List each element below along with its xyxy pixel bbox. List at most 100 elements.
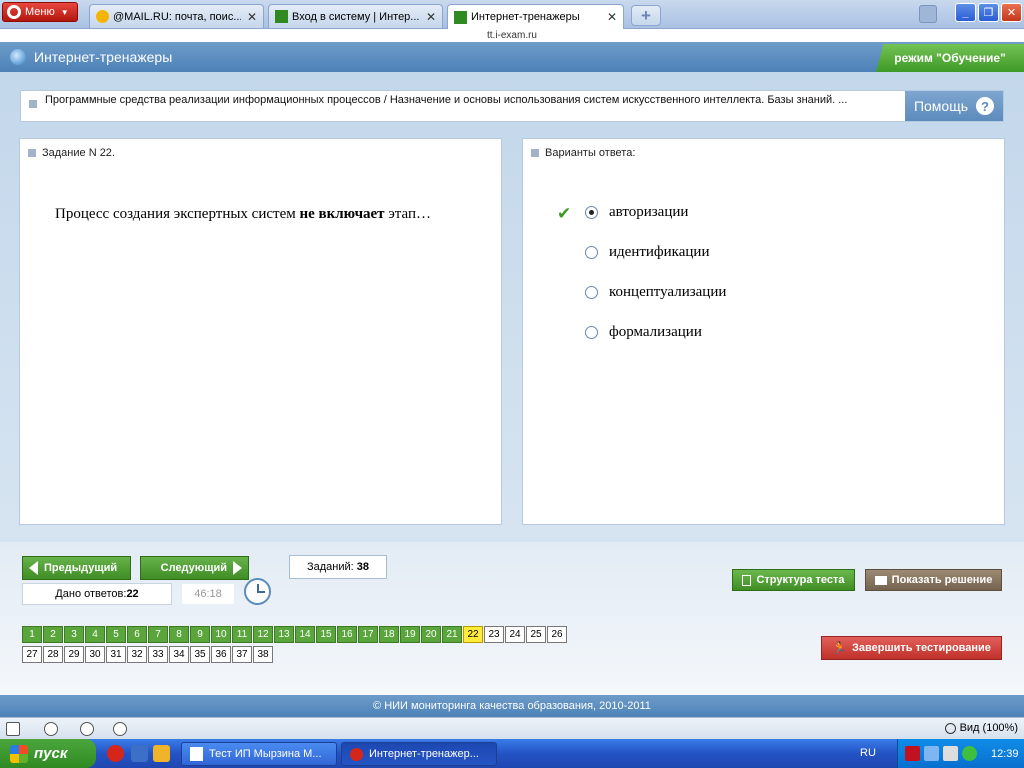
radio-button[interactable]	[585, 245, 598, 259]
answer-option[interactable]: авторизации	[585, 202, 688, 222]
question-number-7[interactable]: 7	[148, 626, 168, 643]
prev-button[interactable]: Предыдущий	[22, 556, 131, 580]
question-number-15[interactable]: 15	[316, 626, 336, 643]
question-number-28[interactable]: 28	[43, 646, 63, 663]
question-number-31[interactable]: 31	[106, 646, 126, 663]
network-tray-icon[interactable]	[924, 746, 939, 761]
question-number-17[interactable]: 17	[358, 626, 378, 643]
question-number-29[interactable]: 29	[64, 646, 84, 663]
question-number-11[interactable]: 11	[232, 626, 252, 643]
chevron-down-icon: ▼	[60, 7, 69, 17]
close-icon[interactable]: ✕	[247, 10, 257, 24]
question-number-32[interactable]: 32	[127, 646, 147, 663]
question-number-3[interactable]: 3	[64, 626, 84, 643]
turbo-icon[interactable]	[113, 722, 127, 736]
arrow-left-icon	[29, 561, 38, 575]
tab-login[interactable]: Вход в систему | Интер... ✕	[268, 4, 443, 28]
question-mark-icon: ?	[976, 97, 995, 115]
address-display[interactable]: tt.i-exam.ru	[0, 29, 1024, 42]
answers-heading: Варианты ответа:	[531, 147, 635, 159]
network-icon[interactable]	[80, 722, 94, 736]
question-number-24[interactable]: 24	[505, 626, 525, 643]
zoom-control[interactable]: Вид (100%)	[944, 722, 1018, 734]
question-number-1[interactable]: 1	[22, 626, 42, 643]
start-button[interactable]: пуск	[0, 739, 96, 768]
globe-icon	[10, 49, 26, 65]
question-number-21[interactable]: 21	[442, 626, 462, 643]
tab-trainers[interactable]: Интернет-тренажеры ✕	[447, 4, 624, 29]
next-button[interactable]: Следующий	[140, 556, 249, 580]
task-panel: Задание N 22. Процесс создания экспертны…	[19, 138, 502, 525]
question-number-20[interactable]: 20	[421, 626, 441, 643]
new-tab-button[interactable]: +	[631, 5, 661, 26]
power-icon[interactable]	[962, 746, 977, 761]
question-number-25[interactable]: 25	[526, 626, 546, 643]
save-icon[interactable]	[131, 745, 148, 762]
answer-option[interactable]: концептуализации	[585, 282, 726, 302]
close-icon[interactable]: ✕	[607, 10, 617, 24]
trash-icon[interactable]	[919, 5, 937, 23]
question-number-37[interactable]: 37	[232, 646, 252, 663]
menu-label: Меню	[25, 6, 55, 18]
bullet-square-icon	[28, 149, 36, 157]
browser-statusbar: Вид (100%)	[0, 717, 1024, 739]
taskbar: пуск Тест ИП Мырзина М... Интернет-трена…	[0, 739, 1024, 768]
tab-title: @MAIL.RU: почта, поис...	[113, 10, 241, 23]
question-number-35[interactable]: 35	[190, 646, 210, 663]
keyboard-icon[interactable]	[943, 746, 958, 761]
show-solution-button[interactable]: Показать решение	[865, 569, 1002, 591]
site-title: Интернет-тренажеры	[10, 49, 172, 65]
question-number-2[interactable]: 2	[43, 626, 63, 643]
question-number-12[interactable]: 12	[253, 626, 273, 643]
question-number-33[interactable]: 33	[148, 646, 168, 663]
clock-app-icon[interactable]	[153, 745, 170, 762]
radio-button[interactable]	[585, 205, 598, 219]
answer-label: идентификации	[609, 243, 710, 260]
window-close-button[interactable]: ✕	[1001, 3, 1022, 22]
question-number-18[interactable]: 18	[379, 626, 399, 643]
question-number-6[interactable]: 6	[127, 626, 147, 643]
answer-option[interactable]: формализации	[585, 322, 702, 342]
question-number-30[interactable]: 30	[85, 646, 105, 663]
question-number-9[interactable]: 9	[190, 626, 210, 643]
timer: 46:18	[182, 584, 234, 604]
clock-icon	[244, 578, 271, 605]
answer-option[interactable]: идентификации	[585, 242, 709, 262]
minimize-button[interactable]: _	[955, 3, 976, 22]
radio-button[interactable]	[585, 285, 598, 299]
tab-mail[interactable]: @MAIL.RU: почта, поис... ✕	[89, 4, 264, 28]
language-indicator[interactable]: RU	[860, 747, 876, 759]
panel-toggle-icon[interactable]	[6, 722, 20, 736]
question-number-13[interactable]: 13	[274, 626, 294, 643]
question-number-16[interactable]: 16	[337, 626, 357, 643]
restore-button[interactable]: ❐	[978, 3, 999, 22]
question-number-22[interactable]: 22	[463, 626, 483, 643]
question-number-23[interactable]: 23	[484, 626, 504, 643]
question-number-34[interactable]: 34	[169, 646, 189, 663]
help-button[interactable]: Помощь ?	[905, 91, 1003, 121]
question-number-19[interactable]: 19	[400, 626, 420, 643]
question-number-36[interactable]: 36	[211, 646, 231, 663]
question-number-8[interactable]: 8	[169, 626, 189, 643]
zoom-label: Вид (100%)	[959, 722, 1018, 734]
question-number-26[interactable]: 26	[547, 626, 567, 643]
opera-menu-button[interactable]: Меню ▼	[2, 2, 78, 22]
kaspersky-icon[interactable]	[905, 746, 920, 761]
test-structure-button[interactable]: Структура теста	[732, 569, 855, 591]
question-number-27[interactable]: 27	[22, 646, 42, 663]
reload-icon[interactable]	[44, 722, 58, 736]
site-favicon-icon	[275, 10, 288, 23]
radio-button[interactable]	[585, 325, 598, 339]
opera-icon[interactable]	[107, 745, 124, 762]
mail-at-icon	[96, 10, 109, 23]
taskbar-item-opera[interactable]: Интернет-тренажер...	[341, 742, 497, 766]
question-number-5[interactable]: 5	[106, 626, 126, 643]
question-number-10[interactable]: 10	[211, 626, 231, 643]
solution-label: Показать решение	[891, 574, 993, 586]
finish-test-button[interactable]: 🏃 Завершить тестирование	[821, 636, 1002, 660]
question-number-14[interactable]: 14	[295, 626, 315, 643]
question-number-38[interactable]: 38	[253, 646, 273, 663]
question-number-4[interactable]: 4	[85, 626, 105, 643]
close-icon[interactable]: ✕	[426, 10, 436, 24]
taskbar-item-word[interactable]: Тест ИП Мырзина М...	[181, 742, 337, 766]
